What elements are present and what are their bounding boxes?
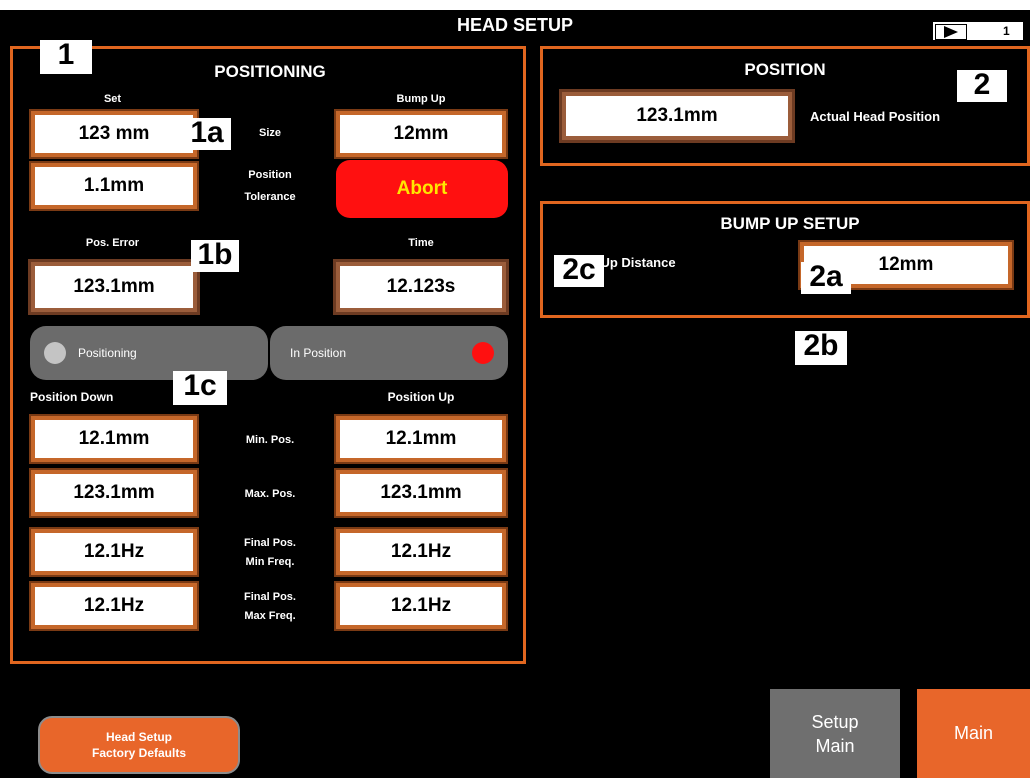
- marker-1b: 1b: [191, 240, 239, 272]
- marker-2c: 2c: [554, 255, 604, 287]
- bump-up-setup-title: BUMP UP SETUP: [720, 214, 860, 233]
- min-pos-down-field[interactable]: 12.1mm: [29, 414, 199, 464]
- status-led-off-icon: [44, 342, 66, 364]
- marker-2a: 2a: [801, 262, 851, 294]
- time-label: Time: [408, 237, 434, 249]
- final-max-freq-label-1: Final Pos.: [244, 591, 296, 603]
- status-led-on-icon: [472, 342, 494, 364]
- tolerance-field[interactable]: 1.1mm: [29, 161, 199, 211]
- actual-head-position-label: Actual Head Position: [810, 109, 941, 124]
- positioning-status-label: Positioning: [78, 346, 137, 360]
- main-button[interactable]: Main: [917, 689, 1030, 778]
- setup-main-button[interactable]: Setup Main: [770, 689, 900, 778]
- final-min-freq-down-field[interactable]: 12.1Hz: [29, 527, 199, 577]
- time-field: 12.123s: [333, 259, 509, 315]
- min-pos-label: Min. Pos.: [245, 434, 295, 446]
- page-number: 1: [1003, 24, 1010, 38]
- max-pos-up-field[interactable]: 123.1mm: [334, 468, 508, 518]
- final-min-freq-label-1: Final Pos.: [244, 537, 296, 549]
- marker-1: 1: [40, 40, 92, 74]
- in-position-status-segment: In Position: [270, 326, 508, 380]
- tolerance-label-1: Position: [248, 169, 292, 181]
- page-title: HEAD SETUP: [456, 15, 573, 35]
- abort-button[interactable]: Abort: [336, 160, 508, 218]
- tolerance-label-2: Tolerance: [244, 191, 296, 203]
- positioning-title: POSITIONING: [214, 62, 326, 81]
- in-position-status-label: In Position: [290, 346, 347, 360]
- play-arrow-icon[interactable]: [935, 24, 967, 40]
- positioning-status-segment: Positioning: [30, 326, 268, 380]
- position-title: POSITION: [744, 60, 826, 79]
- max-pos-down-field[interactable]: 123.1mm: [29, 468, 199, 518]
- actual-head-position-field: 123.1mm: [559, 89, 795, 143]
- set-label: Set: [103, 93, 122, 105]
- setup-main-line-2: Main: [815, 735, 855, 756]
- size-label: Size: [258, 127, 281, 139]
- marker-1c: 1c: [173, 371, 227, 405]
- final-max-freq-up-field[interactable]: 12.1Hz: [334, 581, 508, 631]
- marker-1a: 1a: [183, 118, 231, 150]
- bump-up-size-field[interactable]: 12mm: [334, 109, 508, 159]
- position-up-label: Position Up: [387, 390, 455, 404]
- final-min-freq-up-field[interactable]: 12.1Hz: [334, 527, 508, 577]
- marker-2b: 2b: [795, 331, 847, 365]
- factory-defaults-line-1: Head Setup: [105, 730, 172, 744]
- final-max-freq-down-field[interactable]: 12.1Hz: [29, 581, 199, 631]
- final-max-freq-label-2: Max Freq.: [244, 610, 296, 622]
- min-pos-up-field[interactable]: 12.1mm: [334, 414, 508, 464]
- pos-error-label: Pos. Error: [85, 237, 140, 249]
- pos-error-field: 123.1mm: [28, 259, 200, 315]
- bump-up-label: Bump Up: [396, 93, 446, 105]
- factory-defaults-line-2: Factory Defaults: [91, 746, 187, 760]
- page-indicator[interactable]: 1: [933, 22, 1023, 40]
- marker-2: 2: [957, 70, 1007, 102]
- max-pos-label: Max. Pos.: [244, 488, 296, 500]
- set-size-field[interactable]: 123 mm: [29, 109, 199, 159]
- setup-main-line-1: Setup: [811, 711, 859, 732]
- position-down-label: Position Down: [30, 390, 114, 404]
- final-min-freq-label-2: Min Freq.: [245, 556, 295, 568]
- head-setup-factory-defaults-button[interactable]: Head Setup Factory Defaults: [38, 716, 240, 774]
